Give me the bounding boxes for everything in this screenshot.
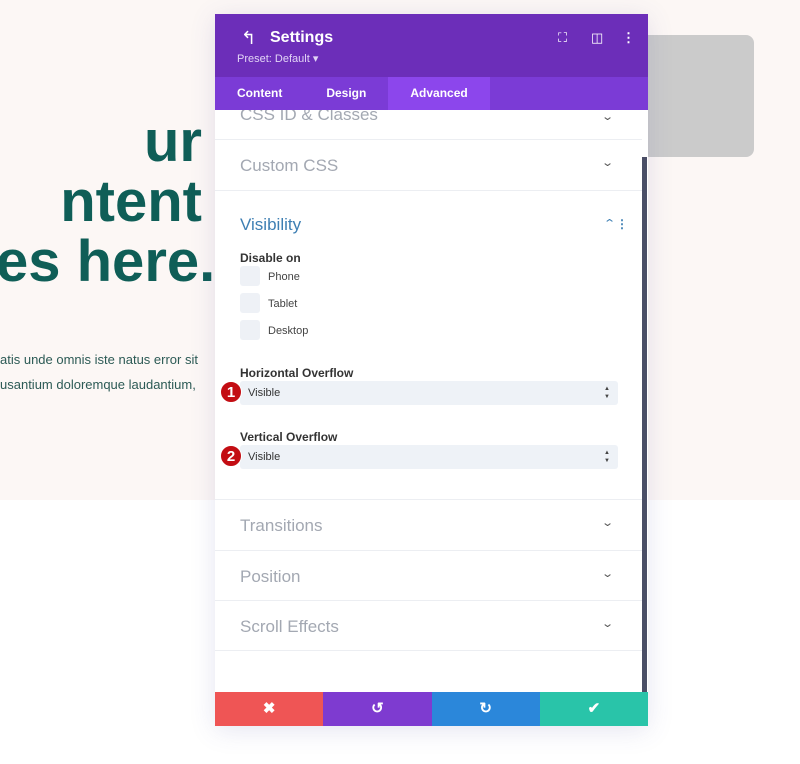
chevron-down-icon[interactable]: ⌄: [601, 156, 614, 169]
settings-modal: ↰ Settings Preset: Default ▾ ⛶ ◫ ⋮ Conte…: [215, 14, 648, 726]
cancel-button[interactable]: ✖: [215, 692, 324, 726]
section-css-id-classes[interactable]: CSS ID & Classes ⌄: [215, 110, 642, 140]
section-title: Transitions: [240, 516, 323, 535]
chevron-down-icon[interactable]: ⌄: [601, 567, 614, 580]
check-icon: ✔: [587, 700, 601, 717]
hero-paragraph: atis unde omnis iste natus error sit usa…: [0, 347, 198, 397]
section-scroll-effects[interactable]: Scroll Effects ⌄: [215, 601, 642, 651]
section-title[interactable]: Visibility: [240, 215, 301, 235]
vertical-overflow-label: Vertical Overflow: [240, 430, 338, 444]
back-icon[interactable]: ↰: [241, 28, 256, 49]
checkbox-tablet[interactable]: [240, 293, 260, 313]
tab-advanced[interactable]: Advanced: [388, 77, 490, 110]
section-visibility: Visibility ⌃ ⋮ Disable on Phone Tablet D…: [215, 191, 642, 500]
checkbox-desktop[interactable]: [240, 320, 260, 340]
checkbox-phone[interactable]: [240, 266, 260, 286]
checkbox-label: Phone: [268, 271, 300, 283]
step-badge: 2: [220, 445, 242, 467]
hero-line: es here.: [0, 229, 216, 294]
modal-title: Settings: [270, 29, 334, 46]
close-icon: ✖: [262, 700, 276, 717]
select-value: Visible: [248, 387, 281, 399]
section-title: Scroll Effects: [240, 617, 339, 636]
modal-footer: ✖ ↺ ↻ ✔: [215, 692, 648, 726]
select-arrows-icon: ▲ ▼: [604, 450, 610, 464]
checkbox-label: Desktop: [268, 325, 309, 337]
chevron-down-icon[interactable]: ⌄: [601, 110, 614, 123]
vertical-overflow-select[interactable]: Visible ▲ ▼: [240, 445, 618, 469]
horizontal-overflow-select[interactable]: Visible ▲ ▼: [240, 381, 618, 405]
section-title: Custom CSS: [240, 156, 339, 175]
fullscreen-icon[interactable]: ⛶: [558, 30, 567, 46]
hero-line: ur: [144, 109, 202, 174]
scrollbar[interactable]: [642, 157, 647, 692]
select-value: Visible: [248, 451, 281, 463]
preset-dropdown[interactable]: Preset: Default ▾: [237, 52, 318, 65]
sidebar-layout-icon[interactable]: ◫: [591, 30, 603, 46]
checkbox-label: Tablet: [268, 298, 298, 310]
settings-body: CSS ID & Classes ⌄ Custom CSS ⌄ Visibili…: [215, 110, 642, 692]
redo-icon: ↻: [479, 700, 492, 717]
modal-header: ↰ Settings Preset: Default ▾ ⛶ ◫ ⋮: [215, 14, 648, 77]
chevron-up-icon[interactable]: ⌃: [603, 217, 616, 230]
section-options-icon[interactable]: ⋮: [616, 217, 628, 231]
section-position[interactable]: Position ⌄: [215, 551, 642, 601]
image-placeholder: [640, 35, 754, 157]
more-options-icon[interactable]: ⋮: [622, 30, 635, 46]
section-title: CSS ID & Classes: [240, 110, 378, 124]
tab-bar: Content Design Advanced: [215, 77, 648, 110]
hero-line: ntent: [60, 169, 202, 234]
chevron-down-icon[interactable]: ⌄: [601, 516, 614, 529]
step-badge: 1: [220, 381, 242, 403]
tab-content[interactable]: Content: [215, 77, 304, 110]
disable-on-label: Disable on: [240, 251, 301, 265]
undo-button[interactable]: ↺: [323, 692, 432, 726]
redo-button[interactable]: ↻: [431, 692, 540, 726]
undo-icon: ↺: [371, 700, 384, 717]
paragraph-line: atis unde omnis iste natus error sit: [0, 352, 198, 367]
tab-design[interactable]: Design: [304, 77, 388, 110]
save-button[interactable]: ✔: [539, 692, 648, 726]
section-transitions[interactable]: Transitions ⌄: [215, 500, 642, 551]
horizontal-overflow-label: Horizontal Overflow: [240, 366, 354, 380]
hero-heading: ur ntent es here.: [0, 109, 216, 294]
section-title: Position: [240, 567, 301, 586]
select-arrows-icon: ▲ ▼: [604, 386, 610, 400]
section-custom-css[interactable]: Custom CSS ⌄: [215, 140, 642, 191]
chevron-down-icon[interactable]: ⌄: [601, 617, 614, 630]
paragraph-line: usantium doloremque laudantium,: [0, 377, 196, 392]
